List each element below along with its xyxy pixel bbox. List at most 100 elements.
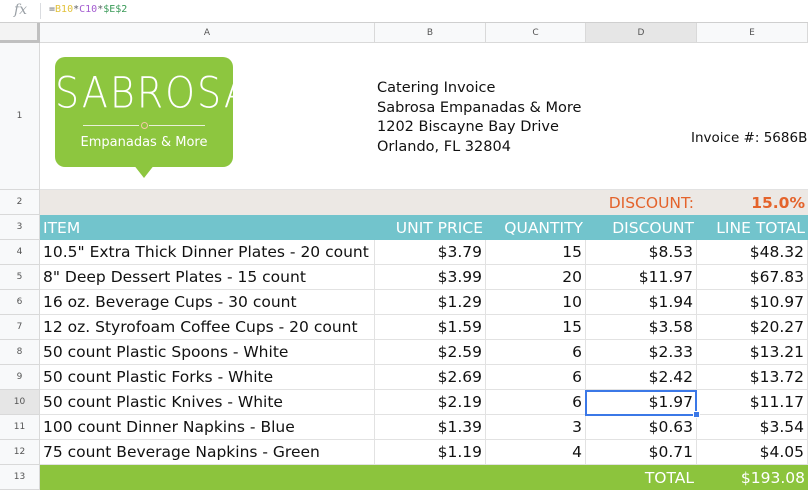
item-line-total[interactable]: $4.05 — [697, 440, 808, 465]
discount-label[interactable]: DISCOUNT: — [586, 190, 697, 215]
item-line-total[interactable]: $48.32 — [697, 240, 808, 265]
item-name[interactable]: 100 count Dinner Napkins - Blue — [40, 415, 375, 440]
item-discount[interactable]: $11.97 — [586, 265, 697, 290]
discount-value[interactable]: 15.0% — [697, 190, 808, 215]
item-name[interactable]: 50 count Plastic Knives - White — [40, 390, 375, 415]
item-unit-price[interactable]: $2.19 — [375, 390, 486, 415]
total-label[interactable]: TOTAL — [586, 465, 697, 490]
item-quantity[interactable]: 3 — [486, 415, 586, 440]
row-header-12[interactable]: 12 — [0, 440, 40, 465]
address-line-2: Sabrosa Empanadas & More — [377, 99, 582, 116]
header-discount[interactable]: DISCOUNT — [586, 215, 697, 240]
row-header-4[interactable]: 4 — [0, 240, 40, 265]
address-line-1: Catering Invoice — [377, 80, 496, 96]
item-name[interactable]: 50 count Plastic Forks - White — [40, 365, 375, 390]
item-quantity[interactable]: 15 — [486, 315, 586, 340]
discount-row[interactable]: DISCOUNT: 15.0% — [40, 190, 808, 215]
item-quantity[interactable]: 10 — [486, 290, 586, 315]
item-quantity[interactable]: 4 — [486, 440, 586, 465]
header-quantity[interactable]: QUANTITY — [486, 215, 586, 240]
table-header-row[interactable]: ITEM UNIT PRICE QUANTITY DISCOUNT LINE T… — [40, 215, 808, 240]
item-discount[interactable]: $0.63 — [586, 415, 697, 440]
row-header-11[interactable]: 11 — [0, 415, 40, 440]
address-line-4: Orlando, FL 32804 — [377, 139, 511, 156]
item-unit-price[interactable]: $2.59 — [375, 340, 486, 365]
formula-bar[interactable]: fx =B10*C10*$E$2 — [0, 0, 808, 23]
item-unit-price[interactable]: $1.39 — [375, 415, 486, 440]
item-unit-price[interactable]: $1.59 — [375, 315, 486, 340]
company-address: Catering Invoice Sabrosa Empanadas & Mor… — [377, 79, 581, 158]
row-header-9[interactable]: 9 — [0, 365, 40, 390]
header-line-total[interactable]: LINE TOTAL — [697, 215, 808, 240]
fx-icon: fx — [14, 2, 28, 18]
item-discount[interactable]: $2.33 — [586, 340, 697, 365]
item-quantity[interactable]: 6 — [486, 340, 586, 365]
formula-text[interactable]: =B10*C10*$E$2 — [49, 4, 127, 15]
column-header-a[interactable]: A — [40, 23, 375, 43]
row-header-1[interactable]: 1 — [0, 43, 40, 190]
item-line-total[interactable]: $13.72 — [697, 365, 808, 390]
item-name[interactable]: 8" Deep Dessert Plates - 15 count — [40, 265, 375, 290]
column-header-d[interactable]: D — [586, 23, 697, 43]
row-header-10[interactable]: 10 — [0, 390, 40, 415]
item-unit-price[interactable]: $3.79 — [375, 240, 486, 265]
header-unit-price[interactable]: UNIT PRICE — [375, 215, 486, 240]
item-line-total[interactable]: $11.17 — [697, 390, 808, 415]
total-row[interactable]: TOTAL $193.08 — [40, 465, 808, 490]
logo-speech-tail — [133, 164, 155, 178]
column-header-b[interactable]: B — [375, 23, 486, 43]
column-header-e[interactable]: E — [697, 23, 808, 43]
item-name[interactable]: 10.5" Extra Thick Dinner Plates - 20 cou… — [40, 240, 375, 265]
logo-name: SABROSA — [55, 68, 252, 118]
item-quantity[interactable]: 6 — [486, 365, 586, 390]
item-name[interactable]: 75 count Beverage Napkins - Green — [40, 440, 375, 465]
logo-tagline: Empanadas & More — [80, 135, 208, 150]
item-name[interactable]: 12 oz. Styrofoam Coffee Cups - 20 count — [40, 315, 375, 340]
invoice-number: Invoice #: 5686B — [691, 130, 808, 146]
item-line-total[interactable]: $3.54 — [697, 415, 808, 440]
total-value[interactable]: $193.08 — [697, 465, 808, 490]
item-line-total[interactable]: $10.97 — [697, 290, 808, 315]
item-name[interactable]: 16 oz. Beverage Cups - 30 count — [40, 290, 375, 315]
item-line-total[interactable]: $13.21 — [697, 340, 808, 365]
row-header-5[interactable]: 5 — [0, 265, 40, 290]
row-header-3[interactable]: 3 — [0, 215, 40, 240]
row-header-7[interactable]: 7 — [0, 315, 40, 340]
header-item[interactable]: ITEM — [40, 215, 375, 240]
logo-divider-left — [83, 125, 139, 126]
item-unit-price[interactable]: $1.19 — [375, 440, 486, 465]
row-header-8[interactable]: 8 — [0, 340, 40, 365]
table-row[interactable]: 75 count Beverage Napkins - Green $1.19 … — [40, 440, 808, 465]
active-cell-selection[interactable] — [585, 390, 697, 416]
row-header-2[interactable]: 2 — [0, 190, 40, 215]
table-row[interactable]: 10.5" Extra Thick Dinner Plates - 20 cou… — [40, 240, 808, 265]
item-discount[interactable]: $2.42 — [586, 365, 697, 390]
table-row[interactable]: 50 count Plastic Forks - White $2.69 6 $… — [40, 365, 808, 390]
table-row[interactable]: 16 oz. Beverage Cups - 30 count $1.29 10… — [40, 290, 808, 315]
row-header-13[interactable]: 13 — [0, 465, 40, 490]
table-row[interactable]: 100 count Dinner Napkins - Blue $1.39 3 … — [40, 415, 808, 440]
formula-divider — [40, 3, 41, 19]
item-quantity[interactable]: 15 — [486, 240, 586, 265]
table-row[interactable]: 8" Deep Dessert Plates - 15 count $3.99 … — [40, 265, 808, 290]
address-line-3: 1202 Biscayne Bay Drive — [377, 119, 559, 136]
item-discount[interactable]: $3.58 — [586, 315, 697, 340]
item-discount[interactable]: $8.53 — [586, 240, 697, 265]
logo-dot-icon — [141, 122, 148, 129]
fill-handle[interactable] — [693, 411, 700, 418]
item-line-total[interactable]: $20.27 — [697, 315, 808, 340]
table-row[interactable]: 50 count Plastic Spoons - White $2.59 6 … — [40, 340, 808, 365]
table-row[interactable]: 12 oz. Styrofoam Coffee Cups - 20 count … — [40, 315, 808, 340]
item-quantity[interactable]: 20 — [486, 265, 586, 290]
item-unit-price[interactable]: $3.99 — [375, 265, 486, 290]
row-header-6[interactable]: 6 — [0, 290, 40, 315]
item-unit-price[interactable]: $1.29 — [375, 290, 486, 315]
item-quantity[interactable]: 6 — [486, 390, 586, 415]
item-discount[interactable]: $1.94 — [586, 290, 697, 315]
item-line-total[interactable]: $67.83 — [697, 265, 808, 290]
select-all-corner[interactable] — [0, 23, 40, 43]
item-unit-price[interactable]: $2.69 — [375, 365, 486, 390]
item-discount[interactable]: $0.71 — [586, 440, 697, 465]
column-header-c[interactable]: C — [486, 23, 586, 43]
item-name[interactable]: 50 count Plastic Spoons - White — [40, 340, 375, 365]
